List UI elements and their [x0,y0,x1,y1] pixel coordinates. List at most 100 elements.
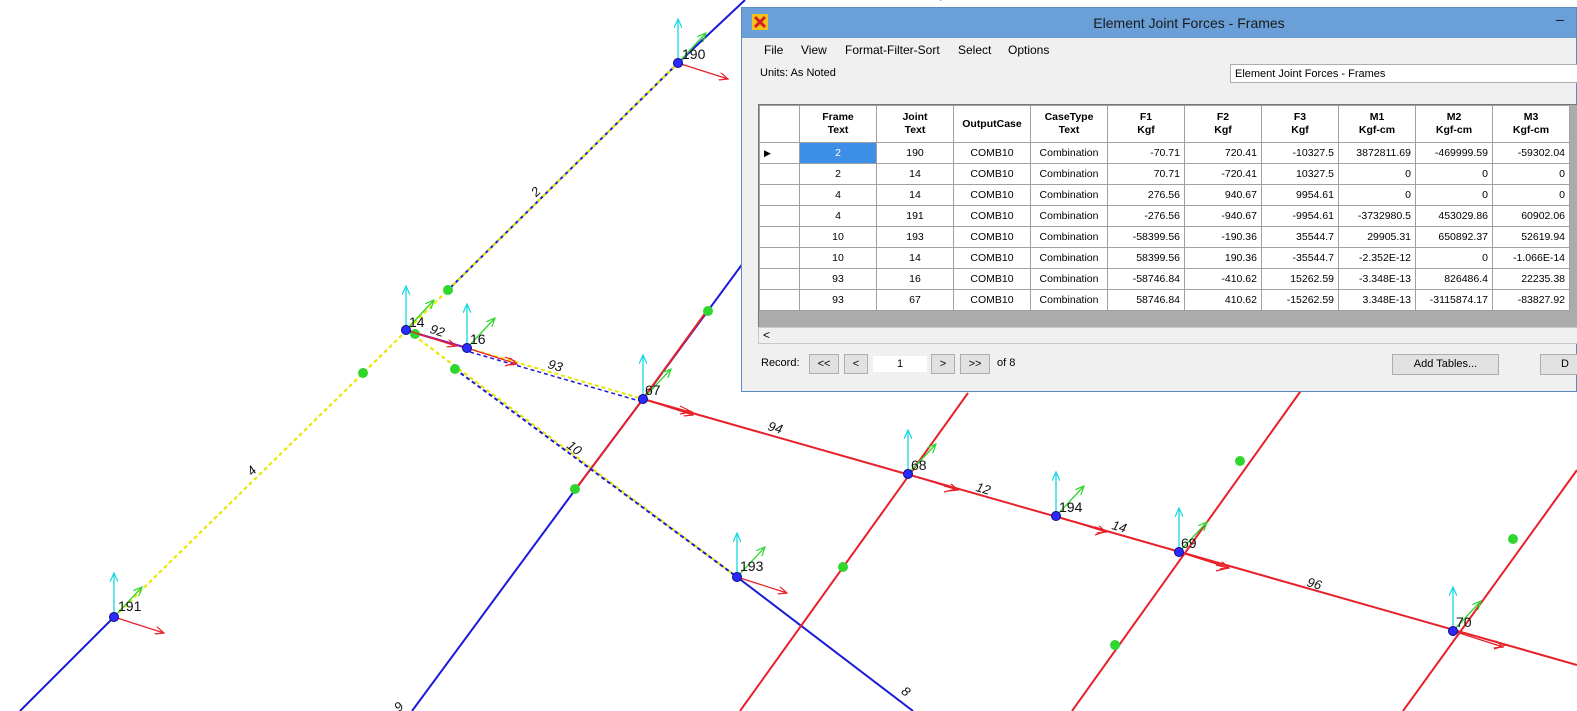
menu-format-filter-sort[interactable]: Format-Filter-Sort [845,43,940,57]
window-titlebar[interactable]: Element Joint Forces - Frames – [742,8,1576,38]
column-header[interactable]: M1 Kgf-cm [1338,105,1416,143]
table-cell[interactable]: Combination [1030,268,1108,290]
table-cell[interactable]: -83827.92 [1492,289,1570,311]
column-header[interactable]: F1 Kgf [1107,105,1185,143]
column-header[interactable]: OutputCase [953,105,1031,143]
joint[interactable]: 68 [903,430,959,490]
table-cell[interactable]: 3.348E-13 [1338,289,1416,311]
table-row[interactable]: 10 193 COMB10 Combination -58399.56 -190.36 35… [759,226,1570,248]
table-row[interactable]: 2 14 COMB10 Combination 70.71 -720.41 10327.5 0… [759,163,1570,185]
table-cell[interactable]: -58399.56 [1107,226,1185,248]
menu-view[interactable]: View [801,43,827,57]
table-cell[interactable]: 0 [1338,184,1416,206]
joint[interactable]: 14 [401,286,457,346]
table-cell[interactable]: -59302.04 [1492,142,1570,164]
table-cell[interactable]: 826486.4 [1415,268,1493,290]
table-cell[interactable]: Combination [1030,205,1108,227]
column-header[interactable]: F2 Kgf [1184,105,1262,143]
table-cell[interactable]: Combination [1030,247,1108,269]
row-header[interactable]: ▶ [759,142,800,164]
table-cell[interactable]: -9954.61 [1261,205,1339,227]
table-cell[interactable]: 410.62 [1184,289,1262,311]
element-joint-forces-window[interactable]: Element Joint Forces - Frames – File Vie… [741,7,1577,392]
table-cell[interactable]: 3872811.69 [1338,142,1416,164]
table-cell[interactable]: -58746.84 [1107,268,1185,290]
menu-file[interactable]: File [764,43,783,57]
joint[interactable]: 69 [1174,508,1230,568]
table-cell[interactable]: 453029.86 [1415,205,1493,227]
table-cell[interactable]: 0 [1415,163,1493,185]
column-header[interactable]: Joint Text [876,105,954,143]
table-cell[interactable]: 0 [1415,184,1493,206]
table-cell[interactable]: 2 [799,163,877,185]
table-cell[interactable]: 70.71 [1107,163,1185,185]
column-header[interactable]: M3 Kgf-cm [1492,105,1570,143]
table-cell[interactable]: Combination [1030,289,1108,311]
record-number-input[interactable]: 1 [873,356,927,372]
joint[interactable]: 190 [673,19,729,79]
table-cell[interactable]: Combination [1030,163,1108,185]
table-cell[interactable]: -940.67 [1184,205,1262,227]
row-header[interactable] [759,205,800,227]
joint[interactable]: 191 [109,573,165,633]
last-record-button[interactable]: >> [960,354,990,374]
scroll-left-icon[interactable]: < [763,328,770,342]
table-cell[interactable]: 22235.38 [1492,268,1570,290]
table-cell[interactable]: 720.41 [1184,142,1262,164]
table-selector-dropdown[interactable]: Element Joint Forces - Frames [1230,64,1577,83]
table-cell[interactable]: 60902.06 [1492,205,1570,227]
table-cell[interactable]: 4 [799,184,877,206]
table-cell[interactable]: COMB10 [953,247,1031,269]
column-header[interactable]: CaseType Text [1030,105,1108,143]
menu-select[interactable]: Select [958,43,991,57]
column-header[interactable]: M2 Kgf-cm [1415,105,1493,143]
table-cell[interactable]: -15262.59 [1261,289,1339,311]
table-cell[interactable]: 190.36 [1184,247,1262,269]
table-cell[interactable]: -2.352E-12 [1338,247,1416,269]
table-cell[interactable]: 191 [876,205,954,227]
row-header[interactable] [759,289,800,311]
table-cell[interactable]: 93 [799,289,877,311]
table-cell[interactable]: 52619.94 [1492,226,1570,248]
table-cell[interactable]: 15262.59 [1261,268,1339,290]
table-cell[interactable]: 10 [799,226,877,248]
joint[interactable]: 194 [1051,472,1107,532]
table-cell[interactable]: -190.36 [1184,226,1262,248]
table-cell[interactable]: 14 [876,163,954,185]
table-cell[interactable]: -276.56 [1107,205,1185,227]
table-cell[interactable]: 9954.61 [1261,184,1339,206]
horizontal-scrollbar[interactable]: < [758,327,1577,344]
table-cell[interactable]: COMB10 [953,184,1031,206]
table-cell[interactable]: COMB10 [953,205,1031,227]
joint[interactable]: 16 [462,304,518,364]
table-cell[interactable]: 276.56 [1107,184,1185,206]
table-cell[interactable]: COMB10 [953,268,1031,290]
add-tables-button[interactable]: Add Tables... [1392,354,1499,375]
table-cell[interactable]: 0 [1492,184,1570,206]
table-cell[interactable]: Combination [1030,142,1108,164]
table-cell[interactable]: 2 [799,142,877,164]
table-row[interactable]: 93 16 COMB10 Combination -58746.84 -410.62 152… [759,268,1570,290]
table-cell[interactable]: 58746.84 [1107,289,1185,311]
table-cell[interactable]: Combination [1030,184,1108,206]
table-cell[interactable]: 10327.5 [1261,163,1339,185]
first-record-button[interactable]: << [809,354,839,374]
prev-record-button[interactable]: < [844,354,868,374]
data-grid[interactable]: Frame Text Joint Text OutputCase CaseType Text… [758,104,1577,344]
table-cell[interactable]: -3732980.5 [1338,205,1416,227]
table-cell[interactable]: -720.41 [1184,163,1262,185]
table-cell[interactable]: Combination [1030,226,1108,248]
row-header[interactable] [759,226,800,248]
column-header[interactable]: F3 Kgf [1261,105,1339,143]
joint[interactable]: 67 [638,355,694,415]
table-cell[interactable]: COMB10 [953,289,1031,311]
table-cell[interactable]: 58399.56 [1107,247,1185,269]
table-cell[interactable]: -3115874.17 [1415,289,1493,311]
row-header[interactable] [759,163,800,185]
table-cell[interactable]: -469999.59 [1415,142,1493,164]
table-cell[interactable]: 0 [1492,163,1570,185]
table-cell[interactable]: COMB10 [953,226,1031,248]
table-cell[interactable]: 10 [799,247,877,269]
table-cell[interactable]: 190 [876,142,954,164]
table-cell[interactable]: 14 [876,184,954,206]
